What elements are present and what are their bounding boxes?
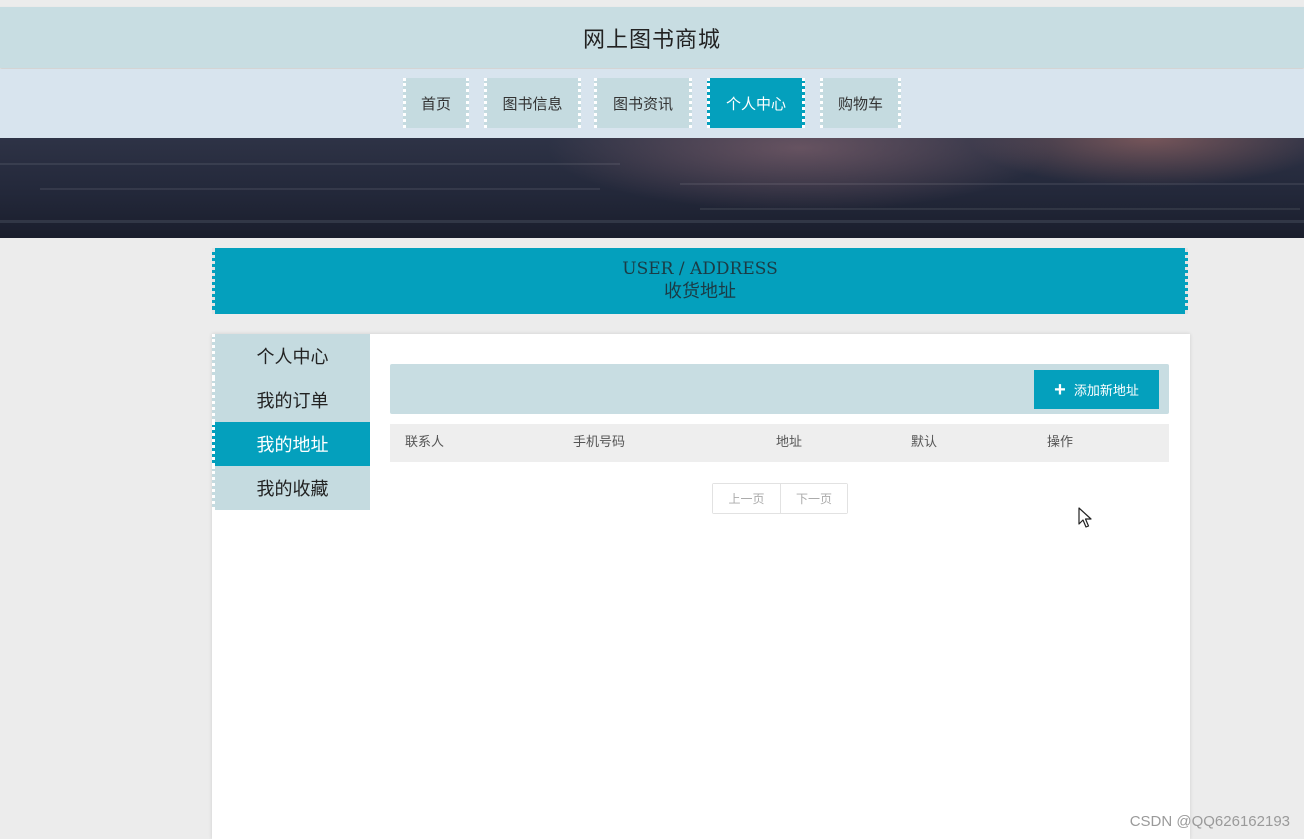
add-address-label: 添加新地址 bbox=[1073, 383, 1139, 398]
column-header-address: 地址 bbox=[776, 435, 803, 450]
section-title-bar: USER / ADDRESS 收货地址 bbox=[212, 248, 1188, 314]
nav-item-book-news[interactable]: 图书资讯 bbox=[594, 78, 692, 128]
sidebar-menu: 个人中心 我的订单 我的地址 我的收藏 bbox=[212, 334, 370, 510]
sidebar-item-my-address[interactable]: 我的地址 bbox=[212, 422, 370, 466]
nav-item-home[interactable]: 首页 bbox=[403, 78, 469, 128]
banner-page-line bbox=[680, 183, 1304, 185]
add-address-button[interactable]: + 添加新地址 bbox=[1034, 370, 1159, 409]
plus-icon: + bbox=[1054, 378, 1066, 401]
watermark-text: CSDN @QQ626162193 bbox=[1129, 813, 1290, 830]
banner-image bbox=[0, 138, 1304, 238]
section-title-en: USER / ADDRESS bbox=[622, 258, 778, 279]
nav-item-book-info[interactable]: 图书信息 bbox=[484, 78, 581, 128]
banner-page-line bbox=[0, 220, 1304, 223]
content-panel: 个人中心 我的订单 我的地址 我的收藏 + 添加新地址 联系人 手机号码 地址 … bbox=[212, 334, 1190, 839]
sidebar-item-my-orders[interactable]: 我的订单 bbox=[212, 378, 370, 422]
nav-item-personal-center[interactable]: 个人中心 bbox=[707, 78, 805, 128]
nav-item-cart[interactable]: 购物车 bbox=[820, 78, 901, 128]
mouse-cursor-icon bbox=[1078, 507, 1092, 528]
column-header-phone: 手机号码 bbox=[573, 435, 626, 450]
pagination: 上一页 下一页 bbox=[712, 483, 848, 514]
banner-page-line bbox=[700, 208, 1300, 210]
sidebar-item-personal-center[interactable]: 个人中心 bbox=[212, 334, 370, 378]
column-header-default: 默认 bbox=[911, 435, 938, 450]
banner-page-line bbox=[0, 163, 620, 165]
main-navbar: 首页 图书信息 图书资讯 个人中心 购物车 bbox=[0, 69, 1304, 138]
site-header: 网上图书商城 bbox=[0, 7, 1304, 68]
column-header-actions: 操作 bbox=[1047, 435, 1074, 450]
column-header-contact: 联系人 bbox=[405, 435, 445, 450]
next-page-button[interactable]: 下一页 bbox=[780, 484, 847, 513]
section-title-zh: 收货地址 bbox=[664, 280, 736, 302]
address-toolbar: + 添加新地址 bbox=[390, 364, 1169, 414]
banner-page-line bbox=[40, 188, 600, 190]
address-table-header: 联系人 手机号码 地址 默认 操作 bbox=[390, 424, 1169, 462]
site-title: 网上图书商城 bbox=[582, 27, 721, 53]
sidebar-item-my-favorites[interactable]: 我的收藏 bbox=[212, 466, 370, 510]
prev-page-button[interactable]: 上一页 bbox=[713, 484, 780, 513]
